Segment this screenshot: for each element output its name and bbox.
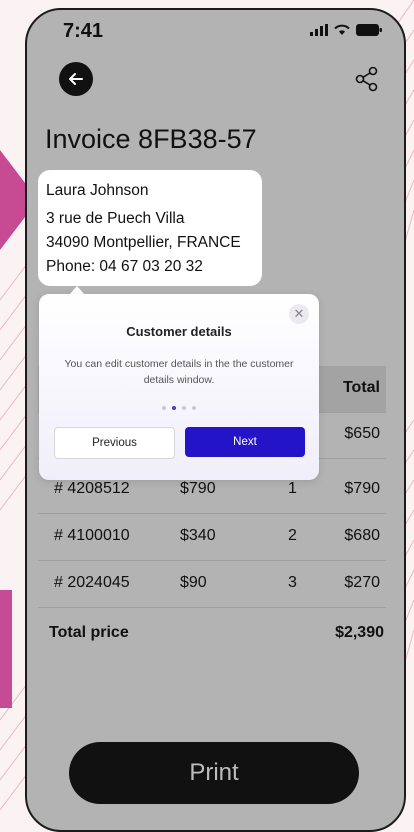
- table-row[interactable]: # 4100010 $340 2 $680: [38, 514, 386, 561]
- status-bar: 7:41: [27, 10, 404, 54]
- row-item: # 2024045: [54, 574, 130, 591]
- arrow-left-icon: [69, 73, 83, 85]
- row-item: # 4208512: [54, 480, 130, 497]
- customer-city: 34090 Montpellier, FRANCE: [46, 234, 241, 251]
- phone-frame: 7:41 Invoice 8FB38-57 Laura Johnson 3 ru…: [25, 8, 406, 832]
- share-icon: [355, 66, 378, 92]
- customer-name: Laura Johnson: [46, 182, 149, 199]
- step-dot: [182, 406, 186, 410]
- customer-address-card[interactable]: Laura Johnson 3 rue de Puech Villa 34090…: [38, 170, 262, 286]
- wifi-icon: [334, 24, 350, 35]
- row-qty: 2: [288, 527, 297, 544]
- total-price-label: Total price: [49, 624, 129, 641]
- close-icon[interactable]: ✕: [289, 304, 309, 324]
- share-button[interactable]: [350, 62, 384, 96]
- tooltip-title: Customer details: [126, 324, 232, 339]
- invoice-title: Invoice 8FB38-57: [45, 124, 257, 154]
- row-total: $650: [344, 425, 380, 442]
- status-time: 7:41: [63, 20, 104, 42]
- customer-street: 3 rue de Puech Villa: [46, 210, 185, 227]
- row-qty: 1: [288, 480, 297, 497]
- row-qty: 3: [288, 574, 297, 591]
- row-price: $340: [180, 527, 216, 544]
- tooltip-body: You can edit customer details in the the…: [64, 358, 294, 386]
- customer-phone: Phone: 04 67 03 20 32: [46, 258, 203, 275]
- header-total: Total: [342, 379, 380, 396]
- row-price: $90: [180, 574, 207, 591]
- step-dot-active: [172, 406, 176, 410]
- previous-button[interactable]: Previous: [54, 427, 175, 459]
- back-button[interactable]: [59, 62, 93, 96]
- row-total: $790: [344, 480, 380, 497]
- row-item: # 4100010: [54, 527, 130, 544]
- row-total: $270: [344, 574, 380, 591]
- step-dot: [162, 406, 166, 410]
- next-button[interactable]: Next: [185, 427, 305, 457]
- print-button[interactable]: Print: [69, 742, 359, 804]
- step-indicator: [39, 406, 319, 410]
- total-price-value: $2,390: [335, 624, 384, 641]
- signal-icon: [310, 24, 328, 36]
- onboarding-tooltip: ✕ Customer details You can edit customer…: [39, 294, 319, 480]
- step-dot: [192, 406, 196, 410]
- table-row[interactable]: # 2024045 $90 3 $270: [38, 561, 386, 608]
- battery-icon: [356, 24, 382, 36]
- decorative-bar: [0, 590, 12, 708]
- row-price: $790: [180, 480, 216, 497]
- row-total: $680: [344, 527, 380, 544]
- status-icons: [310, 24, 382, 36]
